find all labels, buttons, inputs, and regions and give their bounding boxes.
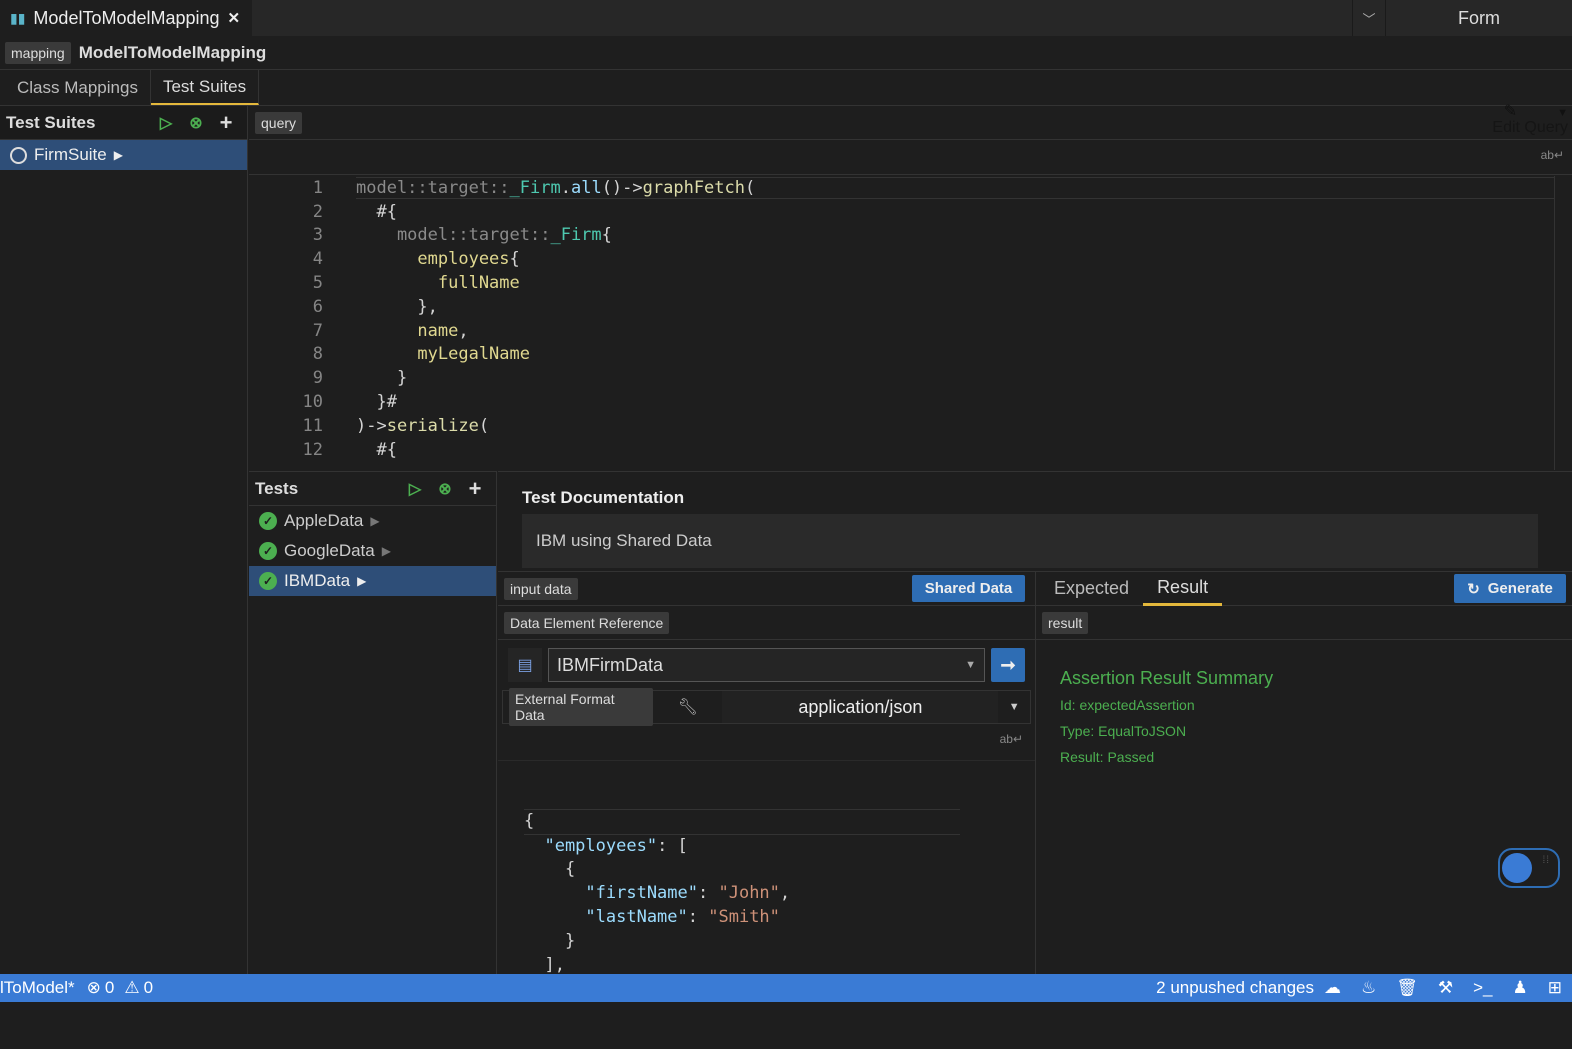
data-file-icon: ▤ [508,648,542,682]
go-to-element-button[interactable]: ➞ [991,648,1025,682]
hammer-icon[interactable]: ⚒ [1438,978,1453,998]
run-icon[interactable]: ▶ [382,544,391,558]
tab-expected[interactable]: Expected [1040,572,1143,606]
test-item-ibmdata[interactable]: ✓ IBMData ▶ [249,566,496,596]
status-bar: lToModel* ⊗ 0 ⚠ 0 2 unpushed changes ☁ ♨ 🗑… [0,974,1572,1002]
error-icon: ⊗ [86,978,101,997]
edit-query-button[interactable]: ✎ ▼ Edit Query [1492,104,1568,136]
user-secret-icon[interactable]: ♟ [1513,978,1528,998]
query-bar: query [249,106,1572,140]
input-data-panel: input data Shared Data Data Element Refe… [498,571,1036,998]
terminal-icon[interactable]: >_ [1473,978,1492,998]
test-item-googledata[interactable]: ✓ GoogleData ▶ [249,536,496,566]
data-element-reference-chip: Data Element Reference [504,611,670,634]
run-icon[interactable]: ▶ [357,574,366,588]
caret-down-icon: ▼ [965,659,976,671]
run-failed-icon[interactable]: ⊗ [181,113,211,133]
query-toolbar: ab↵ [249,140,1572,175]
add-icon[interactable]: + [460,476,490,502]
query-chip: query [255,111,303,134]
assertion-summary-title: Assertion Result Summary [1060,668,1274,688]
edit-query-label: Edit Query [1492,119,1568,136]
check-circle-icon: ✓ [259,542,277,560]
editor-scrollbar[interactable] [1554,176,1572,470]
run-icon[interactable]: ▶ [370,514,379,528]
result-chip: result [1042,611,1089,634]
type-chip: mapping [5,41,71,64]
panel-toggle[interactable]: ⁞⁞ [1498,848,1560,888]
form-mode-button[interactable]: Form [1386,0,1572,36]
close-icon[interactable]: ✕ [228,9,241,27]
test-documentation: Test Documentation IBM using Shared Data [498,471,1572,571]
subtabs: Class Mappings Test Suites [0,70,1572,106]
pencil-icon: ✎ [1503,103,1518,120]
element-title: ModelToModelMapping [78,42,267,62]
test-suites-title: Test Suites [6,112,96,132]
refresh-icon: ↻ [1467,580,1480,598]
test-suites-panel: Test Suites ▷ ⊗ + FirmSuite ▶ [0,106,248,974]
tab-test-suites[interactable]: Test Suites [150,70,260,105]
doc-title: Test Documentation [522,488,685,507]
editor-tab[interactable]: ▮▮ ModelToModelMapping ✕ [0,0,252,36]
cloud-upload-icon[interactable]: ☁ [1324,978,1341,998]
assertion-id: Id: expectedAssertion [1060,697,1195,713]
assertion-result: Result: Passed [1060,749,1155,765]
tab-result[interactable]: Result [1143,572,1223,606]
doc-text[interactable]: IBM using Shared Data [522,514,1538,568]
input-data-chip: input data [504,577,578,600]
project-name[interactable]: lToModel* [0,978,75,998]
trash-icon[interactable]: 🗑︎ [1396,978,1418,998]
element-header: mapping ModelToModelMapping [0,36,1572,70]
caret-down-icon[interactable]: ▼ [998,701,1030,713]
run-all-icon[interactable]: ▷ [400,479,430,499]
check-circle-icon: ✓ [259,512,277,530]
caret-down-icon: ▼ [1557,107,1568,119]
word-wrap-icon[interactable]: ab↵ [1000,732,1023,746]
run-icon[interactable]: ▶ [114,148,123,162]
chevron-down-icon[interactable]: ﹀ [1352,0,1386,36]
json-editor[interactable]: { "employees": [ { "firstName": "John", … [498,760,1035,1049]
tests-title: Tests [255,478,299,498]
flame-icon[interactable]: ♨ [1361,978,1376,998]
data-element-select[interactable]: IBMFirmData ▼ [548,648,985,682]
tests-panel: Tests ▷ ⊗ + ✓ AppleData ▶ ✓ GoogleData ▶ ✓ IB… [249,471,497,974]
shared-data-button[interactable]: Shared Data [912,575,1025,602]
editor-tab-bar: ▮▮ ModelToModelMapping ✕ ﹀ Form [0,0,1572,36]
external-format-chip: External Format Data [509,688,654,726]
tab-title: ModelToModelMapping [33,7,220,28]
run-all-icon[interactable]: ▷ [151,113,181,133]
suite-item-firmsuite[interactable]: FirmSuite ▶ [0,140,247,170]
error-count: 0 [104,978,115,997]
test-item-appledata[interactable]: ✓ AppleData ▶ [249,506,496,536]
run-failed-icon[interactable]: ⊗ [430,479,460,499]
result-panel: Expected Result ↻ Generate result Asserti… [1036,571,1572,974]
add-icon[interactable]: + [211,110,241,136]
unpushed-changes[interactable]: 2 unpushed changes [1156,978,1314,998]
word-wrap-icon[interactable]: ab↵ [1541,148,1564,162]
warning-count: 0 [143,978,154,997]
assertion-type: Type: EqualToJSON [1060,723,1187,739]
status-circle-icon [10,146,27,164]
check-circle-icon: ✓ [259,572,277,590]
generate-button[interactable]: ↻ Generate [1454,574,1566,603]
warning-icon: ⚠ [124,978,140,997]
wrench-icon: 🔧︎ [677,699,698,716]
suite-label: FirmSuite [34,145,107,164]
query-editor[interactable]: 1 model::target::_Firm.all()->graphFetch(… [249,176,1554,470]
tab-class-mappings[interactable]: Class Mappings [0,70,151,105]
plus-box-icon[interactable]: ⊞ [1548,978,1562,998]
map-icon: ▮▮ [10,9,26,26]
content-type-select[interactable]: application/json [722,691,999,723]
